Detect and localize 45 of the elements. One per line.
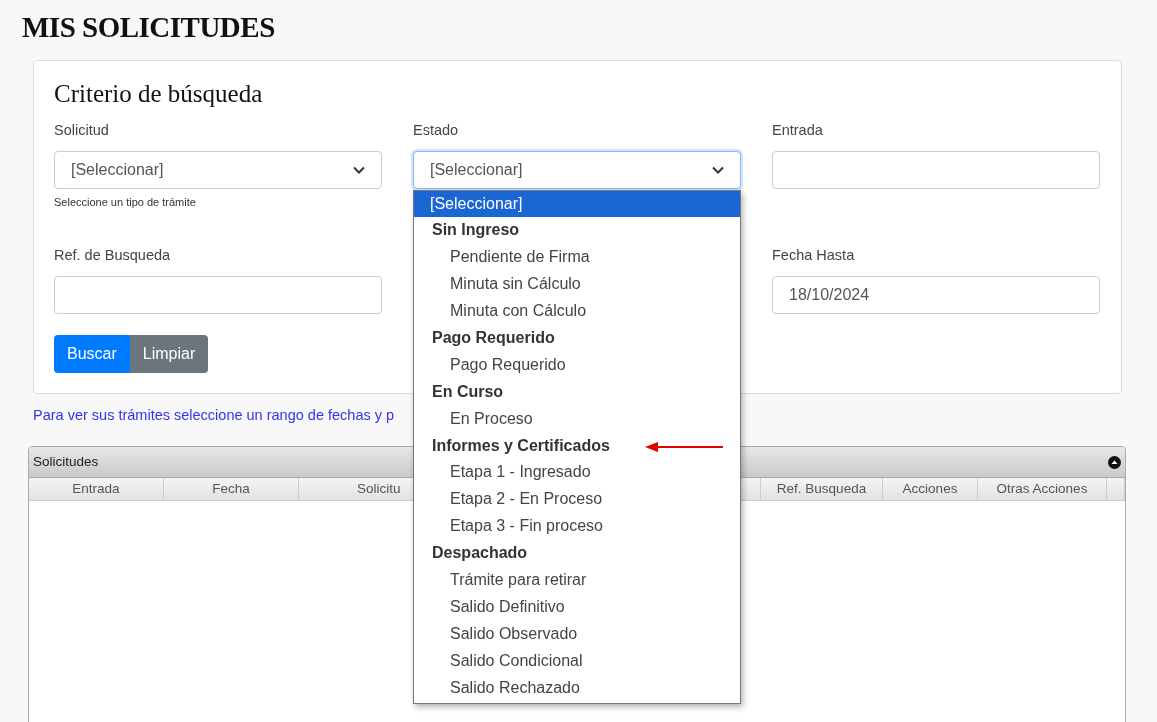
dropdown-option[interactable]: Pendiente de Firma: [414, 244, 740, 272]
dropdown-option[interactable]: Etapa 1 - Ingresado: [414, 459, 740, 487]
dropdown-option[interactable]: [Seleccionar]: [414, 190, 740, 218]
dropdown-option[interactable]: Etapa 2 - En Proceso: [414, 486, 740, 514]
select-field[interactable]: [Seleccionar]: [54, 150, 382, 189]
dropdown-option[interactable]: Etapa 3 - Fin proceso: [414, 513, 740, 541]
column-header[interactable]: Acciones: [883, 478, 978, 501]
column-header[interactable]: Solicitu: [299, 478, 412, 501]
dropdown-option[interactable]: En Proceso: [414, 405, 740, 433]
dropdown-option[interactable]: Salido Definitivo: [414, 593, 740, 621]
option-group-label: Pago Requerido: [431, 328, 556, 348]
page-title: MIS SOLICITUDES: [22, 10, 276, 45]
dropdown-option[interactable]: Pago Requerido: [414, 351, 740, 379]
help-text: Seleccione un tipo de trámite: [54, 194, 196, 210]
input-field[interactable]: [772, 150, 1100, 189]
field-label: Fecha Hasta: [772, 245, 855, 265]
card-title: Criterio de búsqueda: [54, 78, 264, 109]
dropdown-option[interactable]: Salido Observado: [414, 620, 740, 648]
select-field[interactable]: [Seleccionar]: [413, 150, 741, 189]
dropdown-option[interactable]: Minuta con Cálculo: [414, 298, 740, 325]
chevron-down-icon: [353, 165, 365, 174]
column-header[interactable]: Otras Acciones: [978, 478, 1107, 501]
dropdown-option[interactable]: Trámite para retirar: [414, 567, 740, 594]
option-group-label: Sin Ingreso: [431, 220, 521, 241]
field-label: Ref. de Busqueda: [54, 245, 171, 265]
column-header[interactable]: Ref. Busqueda: [761, 478, 883, 501]
hint-text: Para ver sus trámites seleccione un rango de fechas y p: [33, 405, 395, 425]
collapse-icon[interactable]: [1108, 455, 1121, 469]
field-label: Estado: [413, 120, 459, 140]
column-header[interactable]: Entrada: [29, 478, 164, 501]
option-group-label: En Curso: [431, 381, 505, 402]
option-group-label: Informes y Certificados: [414, 432, 740, 460]
field-label: Entrada: [772, 120, 823, 140]
option-group-label: Despachado: [431, 543, 529, 564]
dropdown-option[interactable]: Salido Condicional: [414, 647, 740, 675]
input-field[interactable]: 18/10/2024: [772, 275, 1100, 314]
column-header[interactable]: Fecha: [164, 478, 299, 501]
search-button[interactable]: Buscar: [54, 334, 130, 373]
dropdown-option[interactable]: Minuta sin Cálculo: [414, 271, 740, 299]
dropdown-option[interactable]: Salido Rechazado: [414, 674, 740, 702]
clear-button[interactable]: Limpiar: [129, 334, 209, 373]
input-field[interactable]: [54, 275, 382, 314]
chevron-down-icon: [712, 165, 724, 174]
field-label: Solicitud: [54, 120, 109, 140]
panel-title: Solicitudes: [33, 453, 99, 472]
